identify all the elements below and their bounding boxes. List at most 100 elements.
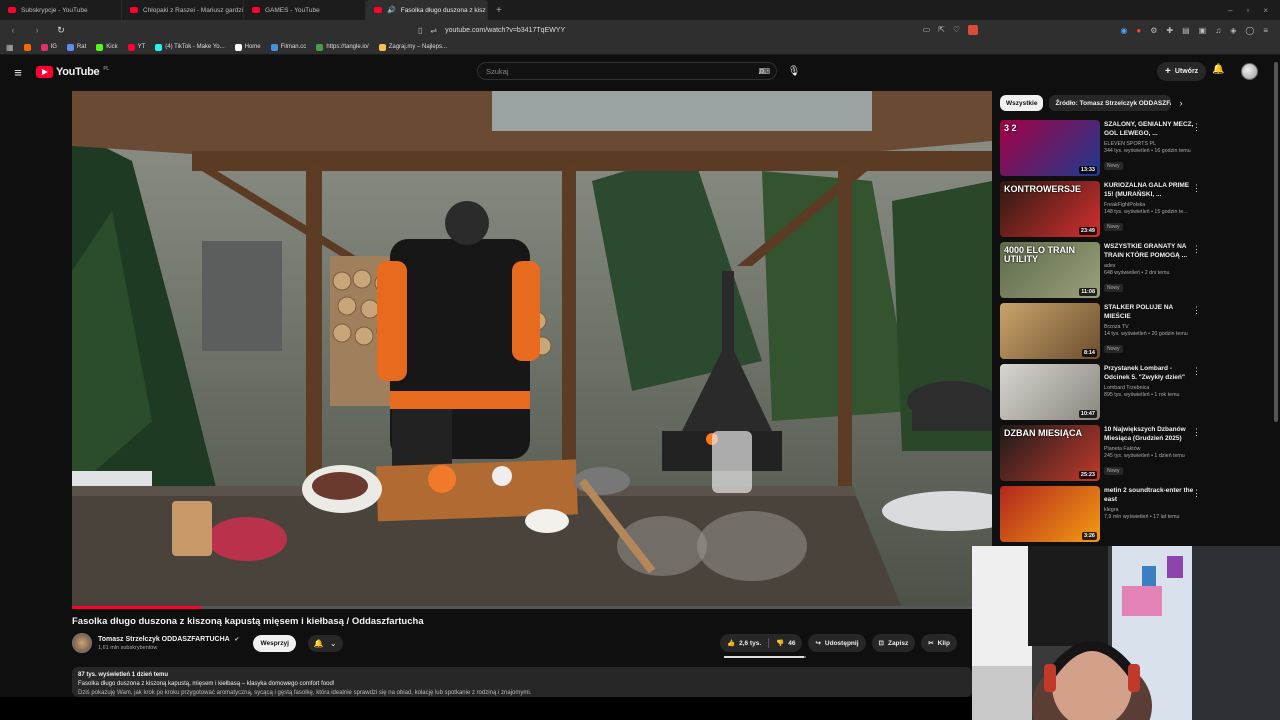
brave-shield-icon[interactable] — [968, 25, 978, 35]
user-avatar[interactable] — [1241, 63, 1258, 80]
puzzle-icon[interactable]: ✚ — [1166, 26, 1173, 35]
site-info-icon[interactable]: ⇌ — [430, 26, 437, 35]
channel-avatar[interactable] — [72, 633, 92, 653]
more-options-icon[interactable]: ⋮ — [1192, 183, 1201, 194]
sidebar-icon[interactable]: ▤ — [1182, 26, 1190, 35]
microphone-icon[interactable]: 🎙 — [784, 62, 804, 80]
close-window-icon[interactable]: × — [1263, 6, 1268, 15]
recommendation-title[interactable]: metin 2 soundtrack-enter the east — [1104, 487, 1194, 505]
video-thumbnail[interactable]: 8:14 — [1000, 303, 1100, 359]
video-thumbnail[interactable]: 4000 ELO TRAIN UTILITY 11:08 — [1000, 242, 1100, 298]
recommendation-title[interactable]: SZALONY, GENIALNY MECZ, GOL LEWEGO, ... — [1104, 121, 1194, 139]
more-options-icon[interactable]: ⋮ — [1192, 488, 1201, 499]
bookmark-item[interactable]: Home — [234, 43, 261, 51]
chip-all[interactable]: Wszystkie — [1000, 95, 1044, 111]
recommendation-channel[interactable]: FreakFightPolska — [1104, 202, 1194, 208]
forward-icon[interactable]: › — [30, 25, 44, 35]
menu-icon[interactable]: ≡ — [0, 65, 36, 80]
menu-icon[interactable]: ≡ — [1263, 26, 1268, 35]
wallet-icon[interactable]: ▣ — [1199, 26, 1207, 35]
video-thumbnail[interactable]: KONTROWERSJE 23:49 — [1000, 181, 1100, 237]
vpn-icon[interactable]: ◈ — [1230, 26, 1236, 35]
bookmark-item[interactable]: YT — [127, 43, 145, 51]
clip-button[interactable]: ✂ Klip — [921, 634, 957, 652]
chevron-right-icon[interactable]: › — [1179, 98, 1182, 108]
address-bar[interactable]: ▯ ⇌ youtube.com/watch?v=b3417TqEWYY ▭ ⇱ … — [418, 23, 978, 37]
record-icon[interactable]: ● — [1136, 26, 1141, 35]
recommendation-channel[interactable]: Planeta Faktów — [1104, 446, 1194, 452]
video-thumbnail[interactable]: DZBAN MIESIĄCA 25:23 — [1000, 425, 1100, 481]
audio-icon[interactable]: 🔊 — [387, 6, 396, 14]
recommendation-item[interactable]: 8:14 STALKER POLUJE NA MIEŚCIE Brzoza TV 14… — [1000, 303, 1272, 364]
back-icon[interactable]: ‹ — [6, 25, 20, 35]
more-options-icon[interactable]: ⋮ — [1192, 244, 1201, 255]
bookmark-item[interactable]: Rat — [66, 43, 86, 51]
bookmark-item[interactable]: https://tangle.io/ — [316, 43, 369, 51]
recommendation-channel[interactable]: adex — [1104, 263, 1194, 269]
channel-name[interactable]: Tomasz Strzelczyk ODDASZFARTUCHA — [98, 636, 229, 643]
search-input[interactable]: Szukaj ⌨ — [477, 62, 777, 80]
bookmark-item[interactable]: Kick — [96, 43, 118, 51]
recommendation-item[interactable]: 3 2 13:33 SZALONY, GENIALNY MECZ, GOL LEWE… — [1000, 120, 1272, 181]
video-player[interactable] — [72, 91, 992, 608]
extension-icon[interactable]: ◉ — [1120, 26, 1127, 35]
bookmark-item[interactable]: Zagraj.my – Najleps... — [378, 43, 447, 51]
video-thumbnail[interactable]: 3 2 13:33 — [1000, 120, 1100, 176]
new-tab-icon[interactable]: + — [488, 5, 510, 16]
save-button[interactable]: ⊡ Zapisz — [871, 634, 916, 652]
recommendation-title[interactable]: WSZYSTKIE GRANATY NA TRAIN KTÓRE POMOGĄ … — [1104, 243, 1194, 261]
recommendation-title[interactable]: Przystanek Lombard - Odcinek 5. "Zwykły … — [1104, 365, 1194, 383]
channel-name-row[interactable]: Tomasz Strzelczyk ODDASZFARTUCHA ✔ — [98, 636, 239, 643]
create-button[interactable]: + Utwórz — [1157, 62, 1207, 81]
browser-tab[interactable]: Subskrypcje - YouTube — [0, 0, 122, 20]
chip-from-channel[interactable]: Źródło: Tomasz Strzelczyk ODDASZFA — [1049, 95, 1172, 111]
recommendation-title[interactable]: STALKER POLUJE NA MIEŚCIE — [1104, 304, 1194, 322]
video-description[interactable]: 87 tys. wyświetleń 1 dzień temu Fasolka … — [72, 667, 972, 697]
recommendation-item[interactable]: DZBAN MIESIĄCA 25:23 10 Największych Dzban… — [1000, 425, 1272, 486]
bookmark-blank[interactable] — [23, 43, 31, 51]
media-icon[interactable]: ♫ — [1215, 26, 1221, 35]
dislike-button[interactable]: 👎 46 — [769, 634, 802, 652]
recommendation-title[interactable]: KURIOZALNA GALA PRIME 15! (MURAŃSKI, ... — [1104, 182, 1194, 200]
bookmark-icon[interactable]: ▯ — [418, 26, 422, 35]
reload-icon[interactable]: ↻ — [54, 25, 68, 36]
share-page-icon[interactable]: ⇱ — [938, 25, 945, 35]
more-options-icon[interactable]: ⋮ — [1192, 427, 1201, 438]
recommendation-item[interactable]: KONTROWERSJE 23:49 KURIOZALNA GALA PRIME 1… — [1000, 181, 1272, 242]
recommendation-item[interactable]: 4000 ELO TRAIN UTILITY 11:08 WSZYSTKIE GRA… — [1000, 242, 1272, 303]
recommendation-channel[interactable]: klegra — [1104, 507, 1194, 513]
youtube-logo[interactable]: YouTube PL — [36, 66, 109, 78]
recommendation-channel[interactable]: Brzoza TV — [1104, 324, 1194, 330]
browser-tab[interactable]: GAMES - YouTube — [244, 0, 366, 20]
more-options-icon[interactable]: ⋮ — [1192, 366, 1201, 377]
recommendation-channel[interactable]: ELEVEN SPORTS PL — [1104, 141, 1194, 147]
recommendation-item[interactable]: 3:26 metin 2 soundtrack-enter the east kle… — [1000, 486, 1272, 547]
bookmark-item[interactable]: Filman.cc — [270, 43, 306, 51]
profile-icon[interactable]: ◯ — [1245, 26, 1254, 35]
page-scrollbar[interactable] — [1274, 62, 1278, 422]
recommendation-title[interactable]: 10 Największych Dzbanów Miesiąca (Grudzi… — [1104, 426, 1194, 444]
like-button[interactable]: 👍 2,6 tys. — [720, 634, 768, 652]
recommendation-channel[interactable]: Lombard Trzebnica — [1104, 385, 1194, 391]
browser-tab[interactable]: 🔊Fasolka długo duszona z kisz× — [366, 0, 488, 20]
bookmark-item[interactable]: IG — [40, 43, 57, 51]
url-text[interactable]: youtube.com/watch?v=b3417TqEWYY — [445, 27, 565, 34]
maximize-icon[interactable]: ▫ — [1246, 6, 1249, 15]
extension-icon[interactable]: ⚙ — [1150, 26, 1157, 35]
search-icon[interactable]: ⌕ — [751, 62, 773, 80]
favorite-icon[interactable]: ♡ — [953, 25, 960, 35]
browser-tab[interactable]: Chłopaki z Raszei - Mariusz gardzi p — [122, 0, 244, 20]
share-button[interactable]: ↪ Udostępnij — [808, 634, 866, 652]
minimize-icon[interactable]: – — [1228, 6, 1232, 15]
more-options-icon[interactable]: ⋮ — [1192, 305, 1201, 316]
screenshot-icon[interactable]: ▭ — [923, 25, 931, 35]
video-progress-bar[interactable] — [72, 606, 992, 609]
video-thumbnail[interactable]: 3:26 — [1000, 486, 1100, 542]
bookmark-item[interactable]: (4) TikTok - Make Yo... — [155, 43, 225, 51]
notifications-bell-icon[interactable]: 🔔 — [1212, 64, 1224, 75]
subscribed-bell-button[interactable]: 🔔 ⌄ — [307, 634, 343, 652]
more-options-icon[interactable]: ⋮ — [1192, 122, 1201, 133]
recommendation-item[interactable]: 10:47 Przystanek Lombard - Odcinek 5. "Zw… — [1000, 364, 1272, 425]
support-button[interactable]: Wesprzyj — [253, 634, 296, 652]
apps-grid-icon[interactable]: ▦ — [6, 43, 14, 52]
